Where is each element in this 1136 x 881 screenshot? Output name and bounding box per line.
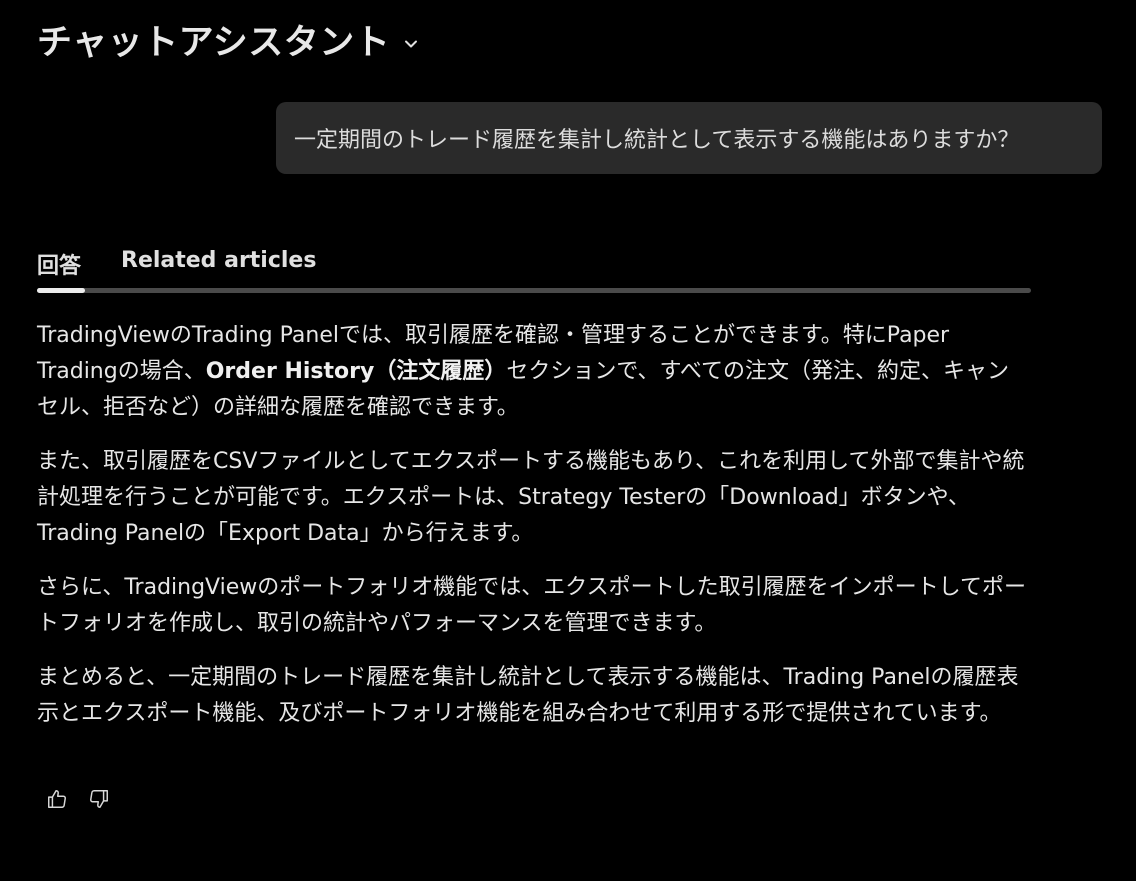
chevron-down-icon [404,36,418,50]
answer-paragraph-2: また、取引履歴をCSVファイルとしてエクスポートする機能もあり、これを利用して外… [37,449,1025,546]
thumbs-up-icon[interactable] [46,788,68,810]
answer-paragraph-3: さらに、TradingViewのポートフォリオ機能では、エクスポートした取引履歴… [37,575,1026,636]
order-history-emphasis: Order History（注文履歴） [205,359,507,384]
answer-paragraph-4: まとめると、一定期間のトレード履歴を集計し統計として表示する機能は、Tradin… [37,665,1019,726]
thumbs-down-icon[interactable] [88,788,110,810]
tab-related-articles[interactable]: Related articles [121,248,316,273]
feedback-bar [46,788,110,810]
tab-track [37,288,1031,293]
answer-paragraph-1: TradingViewのTrading Panelでは、取引履歴を確認・管理する… [37,323,1010,420]
answer-content: TradingViewのTrading Panelでは、取引履歴を確認・管理する… [37,318,1031,750]
user-message-text: 一定期間のトレード履歴を集計し統計として表示する機能はありますか？ [294,128,1020,153]
assistant-selector[interactable]: チャットアシスタント [37,14,418,65]
page-title: チャットアシスタント [37,23,391,63]
answer-tabs: 回答 Related articles [37,248,1031,296]
user-message-bubble: 一定期間のトレード履歴を集計し統計として表示する機能はありますか？ [276,102,1102,174]
tab-active-indicator [37,288,85,293]
tab-answer[interactable]: 回答 [37,248,81,280]
